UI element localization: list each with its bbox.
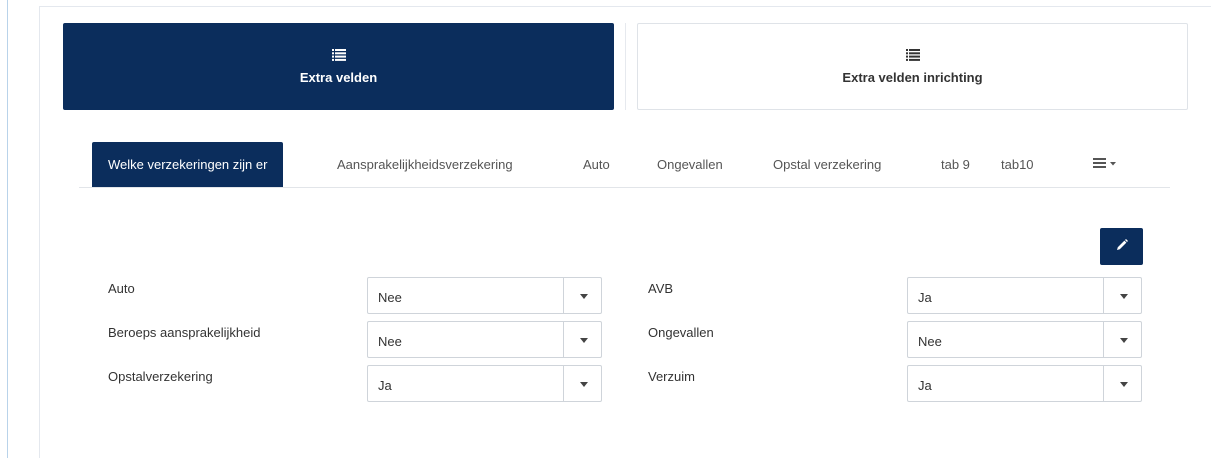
extra-velden-inrichting-button[interactable]: Extra velden inrichting	[637, 23, 1188, 110]
select-value: Ja	[918, 290, 932, 305]
select-value: Nee	[378, 334, 402, 349]
tab-welke-verzekeringen[interactable]: Welke verzekeringen zijn er	[92, 142, 284, 187]
caret-down-icon	[1120, 294, 1128, 299]
select-opstalverzekering[interactable]: Ja	[367, 365, 602, 402]
tab-auto[interactable]: Auto	[583, 142, 610, 187]
page-left-rule	[7, 0, 8, 458]
tab-ongevallen[interactable]: Ongevallen	[657, 142, 723, 187]
select-value: Nee	[918, 334, 942, 349]
list-icon	[905, 48, 920, 61]
caret-down-icon	[580, 338, 588, 343]
tab-aansprakelijkheidsverzekering[interactable]: Aansprakelijkheidsverzekering	[337, 142, 513, 187]
select-value: Ja	[918, 378, 932, 393]
field-label-ongevallen: Ongevallen	[648, 325, 714, 340]
caret-down-icon	[1120, 338, 1128, 343]
select-ongevallen[interactable]: Nee	[907, 321, 1142, 358]
button-divider	[625, 23, 626, 110]
extra-velden-button[interactable]: Extra velden	[63, 23, 614, 110]
field-label-beroeps-aansprakelijkheid: Beroeps aansprakelijkheid	[108, 325, 261, 340]
select-divider	[563, 322, 564, 357]
list-icon	[331, 48, 346, 61]
extra-velden-label: Extra velden	[299, 69, 378, 85]
select-divider	[1103, 366, 1104, 401]
select-value: Nee	[378, 290, 402, 305]
select-value: Ja	[378, 378, 392, 393]
caret-down-icon	[580, 294, 588, 299]
tab-overflow-menu[interactable]	[1093, 142, 1119, 187]
tab-opstal-verzekering[interactable]: Opstal verzekering	[773, 142, 881, 187]
caret-down-icon	[580, 382, 588, 387]
edit-button[interactable]	[1100, 228, 1143, 265]
field-label-avb: AVB	[648, 281, 674, 296]
select-divider	[1103, 278, 1104, 313]
select-avb[interactable]: Ja	[907, 277, 1142, 314]
select-divider	[563, 366, 564, 401]
select-divider	[1103, 322, 1104, 357]
field-label-verzuim: Verzuim	[648, 369, 695, 384]
tab-9[interactable]: tab 9	[941, 142, 970, 187]
tab-10[interactable]: tab10	[1001, 142, 1034, 187]
list-dropdown-icon	[1093, 156, 1119, 174]
caret-down-icon	[1120, 382, 1128, 387]
tab-bar: Welke verzekeringen zijn er Aansprakelij…	[79, 142, 1170, 188]
select-auto[interactable]: Nee	[367, 277, 602, 314]
extra-velden-inrichting-label: Extra velden inrichting	[842, 69, 983, 85]
field-label-auto: Auto	[108, 281, 135, 296]
field-label-opstalverzekering: Opstalverzekering	[108, 369, 213, 384]
pencil-icon	[1116, 238, 1128, 256]
select-divider	[563, 278, 564, 313]
select-verzuim[interactable]: Ja	[907, 365, 1142, 402]
select-beroeps-aansprakelijkheid[interactable]: Nee	[367, 321, 602, 358]
